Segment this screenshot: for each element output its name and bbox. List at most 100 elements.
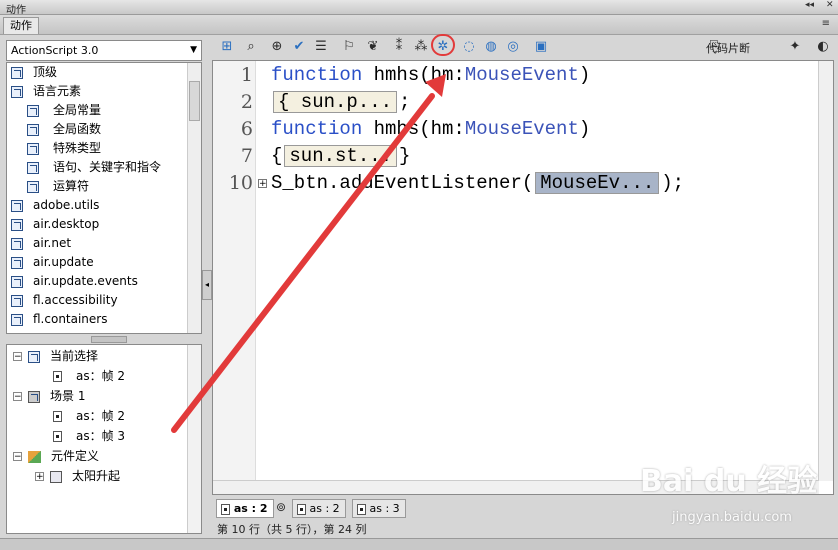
close-panel-icon[interactable]: ✕ bbox=[826, 0, 834, 10]
actionscript-version-select[interactable]: ActionScript 3.0 ▼ bbox=[6, 40, 202, 61]
bottom-resize-bar[interactable] bbox=[0, 538, 838, 550]
list-item[interactable]: air.update bbox=[11, 253, 94, 272]
book-icon bbox=[11, 313, 23, 326]
book-open-icon bbox=[11, 85, 23, 98]
collapse-icon[interactable]: − bbox=[13, 452, 22, 462]
line-number: 1 bbox=[240, 64, 253, 86]
apply-block-comment-icon[interactable]: ◌ bbox=[460, 38, 478, 56]
script-file-icon bbox=[53, 411, 62, 422]
book-icon bbox=[11, 199, 23, 212]
code-line[interactable]: function hmhs(hm:MouseEvent) bbox=[271, 64, 590, 86]
book-icon bbox=[11, 218, 23, 231]
tree-item-frame[interactable]: as：帧 2 bbox=[53, 406, 125, 426]
collapsed-code-block[interactable]: { sun.p... bbox=[273, 91, 398, 113]
add-item-icon[interactable]: ⊞ bbox=[218, 38, 236, 56]
remove-comment-icon[interactable]: ◎ bbox=[504, 38, 522, 56]
list-item[interactable]: fl.accessibility bbox=[11, 291, 118, 310]
line-number: 6 bbox=[240, 118, 253, 140]
book-icon bbox=[27, 142, 39, 155]
code-line[interactable]: function hmhs(hm:MouseEvent) bbox=[271, 118, 590, 140]
list-item[interactable]: air.desktop bbox=[11, 215, 99, 234]
code-snippets-label[interactable]: 代码片断 bbox=[706, 40, 750, 56]
collapse-between-braces-icon[interactable]: ⁑ bbox=[390, 38, 408, 56]
collapse-left-pane-button[interactable]: ◂ bbox=[202, 270, 212, 300]
tree-item-scene[interactable]: − 场景 1 bbox=[13, 386, 85, 406]
chevron-down-icon: ▼ bbox=[190, 45, 197, 55]
clapperboard-icon bbox=[28, 390, 40, 403]
toolbox-scrollbar[interactable] bbox=[187, 63, 201, 333]
collapse-icon[interactable]: − bbox=[13, 392, 22, 402]
annotation-highlight-circle bbox=[431, 34, 455, 56]
line-number: 10 bbox=[228, 172, 253, 194]
tab-as-2[interactable]: as : 2 bbox=[292, 499, 346, 518]
script-navigator: − 当前选择 as：帧 2 − 场景 1 as：帧 2 as：帧 3 − 元件定义 +… bbox=[6, 344, 202, 534]
actions-toolbox: 顶级 语言元素 全局常量 全局函数 特殊类型 语句、关键字和指令 运算符 ado… bbox=[6, 62, 202, 334]
book-icon bbox=[27, 123, 39, 136]
show-hide-toolbox-icon[interactable]: ▣ bbox=[532, 38, 550, 56]
list-item[interactable]: 语句、关键字和指令 bbox=[27, 158, 161, 177]
list-item[interactable]: 语言元素 bbox=[11, 82, 81, 101]
window-title: 动作 bbox=[6, 5, 26, 16]
book-icon bbox=[11, 237, 23, 250]
list-item[interactable]: adobe.utils bbox=[11, 196, 99, 215]
tree-item-frame[interactable]: as：帧 2 bbox=[53, 366, 125, 386]
code-line[interactable]: { sun.p...; bbox=[271, 91, 410, 113]
book-icon bbox=[27, 104, 39, 117]
book-icon bbox=[27, 180, 39, 193]
expand-icon[interactable]: + bbox=[35, 472, 44, 482]
book-icon bbox=[11, 256, 23, 269]
code-hint-icon[interactable]: ⚐ bbox=[340, 38, 358, 56]
tab-as-3[interactable]: as : 3 bbox=[352, 499, 406, 518]
tree-item-current-selection[interactable]: − 当前选择 bbox=[13, 346, 98, 366]
insert-target-path-icon[interactable]: ⊕ bbox=[268, 38, 286, 56]
list-item[interactable]: 运算符 bbox=[27, 177, 89, 196]
actions-panel-header: 动作 ≡ bbox=[0, 15, 838, 35]
book-icon bbox=[11, 66, 23, 79]
auto-format-icon[interactable]: ☰ bbox=[312, 38, 330, 56]
list-item[interactable]: 全局函数 bbox=[27, 120, 101, 139]
book-icon bbox=[27, 161, 39, 174]
editor-vertical-scrollbar[interactable] bbox=[818, 61, 833, 481]
expand-icon[interactable]: + bbox=[258, 179, 267, 189]
pin-script-icon[interactable]: ⊚ bbox=[272, 498, 290, 516]
check-syntax-icon[interactable]: ✔ bbox=[290, 38, 308, 56]
list-item[interactable]: 全局常量 bbox=[27, 101, 101, 120]
book-icon bbox=[11, 294, 23, 307]
movieclip-icon bbox=[50, 470, 62, 483]
script-editor[interactable]: 1 2 6 7 10 function hmhs(hm:MouseEvent) … bbox=[212, 60, 834, 495]
scrollbar-thumb[interactable] bbox=[189, 81, 200, 121]
shapes-icon bbox=[28, 450, 41, 463]
code-line[interactable]: {sun.st...} bbox=[271, 145, 410, 167]
list-item[interactable]: air.net bbox=[11, 234, 71, 253]
tab-as-2-active[interactable]: as : 2 bbox=[216, 499, 274, 518]
line-number: 2 bbox=[240, 91, 253, 113]
list-item[interactable]: air.update.events bbox=[11, 272, 138, 291]
panel-menu-icon[interactable]: ≡ bbox=[822, 18, 830, 29]
actionscript-version-value: ActionScript 3.0 bbox=[11, 44, 99, 57]
collapse-panel-icon[interactable]: ◂◂ bbox=[805, 0, 814, 10]
list-item[interactable]: fl.containers bbox=[11, 310, 107, 329]
tree-item-symbol-definitions[interactable]: − 元件定义 bbox=[13, 446, 99, 466]
debug-options-icon[interactable]: ❦ bbox=[364, 38, 382, 56]
collapsed-code-block[interactable]: sun.st... bbox=[284, 145, 398, 167]
actions-panel-tab[interactable]: 动作 bbox=[3, 17, 39, 34]
status-bar-text: 第 10 行（共 5 行），第 24 列 bbox=[217, 523, 367, 536]
collapsed-code-block-selected[interactable]: MouseEv... bbox=[535, 172, 660, 194]
tree-item-symbol[interactable]: + 太阳升起 bbox=[35, 466, 120, 486]
script-file-icon bbox=[53, 431, 62, 442]
tree-item-frame[interactable]: as：帧 3 bbox=[53, 426, 125, 446]
script-assist-wand-icon[interactable]: ✦ bbox=[786, 38, 804, 56]
find-icon[interactable]: ⌕ bbox=[242, 38, 260, 56]
list-item[interactable]: 顶级 bbox=[11, 63, 57, 82]
code-line[interactable]: S_btn.addEventListener(MouseEv...); bbox=[271, 172, 684, 194]
navigator-scrollbar[interactable] bbox=[187, 345, 201, 533]
left-pane-splitter[interactable] bbox=[6, 334, 202, 343]
help-icon[interactable]: ◐ bbox=[814, 38, 832, 56]
script-file-icon bbox=[53, 371, 62, 382]
splitter-handle[interactable] bbox=[91, 336, 127, 343]
apply-line-comment-icon[interactable]: ◍ bbox=[482, 38, 500, 56]
collapse-icon[interactable]: − bbox=[13, 352, 22, 362]
collapse-selection-icon[interactable]: ⁂ bbox=[412, 38, 430, 56]
list-item[interactable]: 特殊类型 bbox=[27, 139, 101, 158]
script-file-icon bbox=[297, 503, 306, 515]
